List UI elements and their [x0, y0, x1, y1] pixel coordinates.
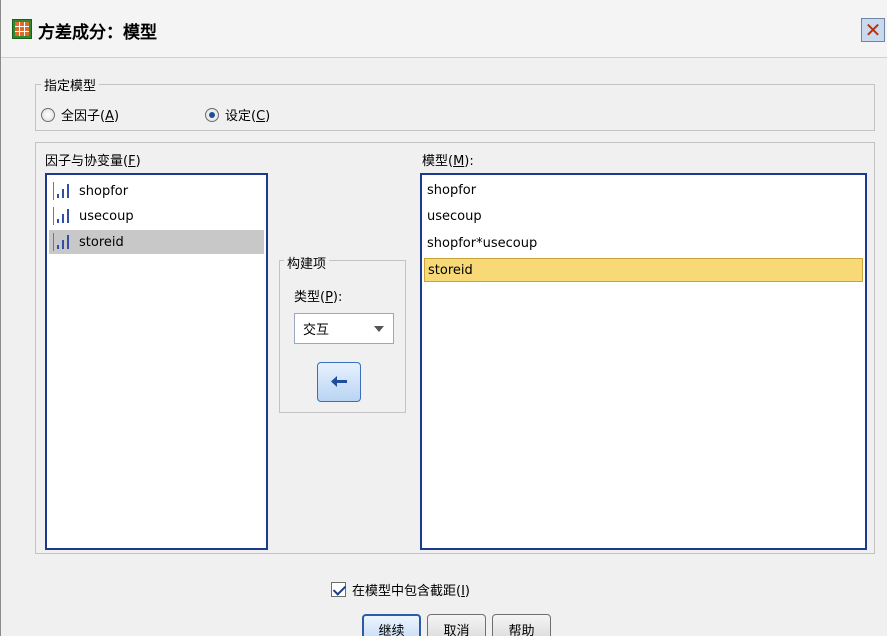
model-term[interactable]: shopfor*usecoup — [424, 231, 863, 255]
list-item-label: storeid — [79, 234, 124, 250]
arrow-left-icon — [331, 372, 347, 387]
ordinal-scale-icon — [53, 207, 73, 225]
include-intercept-label: 在模型中包含截距(I) — [352, 584, 470, 599]
factors-listbox[interactable]: shopfor usecoup storeid — [45, 173, 268, 550]
list-item-label: usecoup — [79, 208, 134, 224]
chevron-down-icon — [374, 326, 384, 332]
term-type-dropdown[interactable]: 交互 — [294, 313, 394, 344]
list-item-selected[interactable]: storeid — [49, 230, 264, 254]
radio-full-factorial-label: 全因子(A) — [61, 109, 120, 124]
ordinal-scale-icon — [53, 233, 73, 251]
move-term-button[interactable] — [317, 362, 361, 402]
list-item[interactable]: shopfor — [49, 179, 264, 203]
factors-label: 因子与协变量(F) — [45, 154, 141, 169]
dialog-title: 方差成分：模型 — [38, 23, 157, 43]
term-type-value: 交互 — [303, 323, 330, 338]
ordinal-scale-icon — [53, 182, 73, 200]
model-term-selected[interactable]: storeid — [424, 258, 863, 282]
model-listbox[interactable]: shopfor usecoup shopfor*usecoup storeid — [420, 173, 867, 550]
help-button[interactable]: 帮助 — [492, 614, 551, 636]
title-bar: 方差成分：模型 ✕ — [1, 0, 887, 58]
dialog-window: 方差成分：模型 ✕ 指定模型 全因子(A) 设定(C) 因子与协变量(F) sh… — [0, 0, 887, 636]
checkbox-checked-icon — [331, 582, 346, 597]
model-term[interactable]: shopfor — [424, 178, 863, 202]
include-intercept-checkbox[interactable]: 在模型中包含截距(I) — [331, 580, 470, 599]
radio-full-factorial[interactable]: 全因子(A) — [41, 105, 119, 124]
spss-table-icon — [12, 19, 32, 39]
cancel-button[interactable]: 取消 — [427, 614, 486, 636]
build-terms-legend: 构建项 — [284, 253, 330, 272]
radio-custom[interactable]: 设定(C) — [205, 105, 270, 124]
specify-model-group — [35, 84, 875, 131]
list-item-label: shopfor — [79, 183, 129, 199]
radio-custom-label: 设定(C) — [225, 109, 271, 124]
radio-checked-icon — [205, 107, 219, 122]
radio-unchecked-icon — [41, 107, 55, 122]
specify-model-legend: 指定模型 — [41, 75, 100, 94]
list-item[interactable]: usecoup — [49, 204, 264, 228]
close-button[interactable]: ✕ — [861, 18, 885, 42]
continue-button[interactable]: 继续 — [362, 614, 421, 636]
type-label: 类型(P): — [294, 290, 343, 305]
model-term[interactable]: usecoup — [424, 204, 863, 228]
model-label: 模型(M): — [422, 154, 474, 169]
